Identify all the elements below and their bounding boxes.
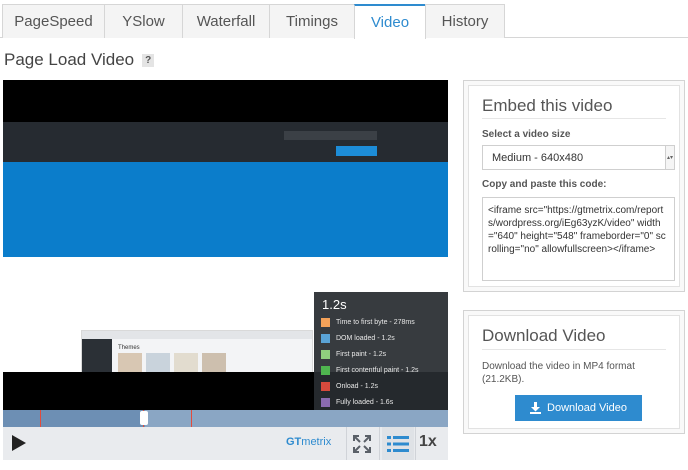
- embed-title: Embed this video: [482, 96, 613, 115]
- video-frame-top: [3, 80, 448, 257]
- legend-swatch: [321, 397, 330, 407]
- screenshot-toolbar: [82, 331, 312, 339]
- tab-history[interactable]: History: [425, 4, 505, 38]
- page-title-text: Page Load Video: [4, 50, 135, 69]
- legend-label: DOM loaded - 1.2s: [336, 334, 395, 342]
- timing-legend-item: First paint - 1.2s: [321, 348, 386, 360]
- download-title: Download Video: [482, 326, 606, 345]
- logo-rest: metrix: [301, 436, 332, 448]
- download-description: Download the video in MP4 format (21.2KB…: [482, 361, 635, 385]
- video-size-label: Select a video size: [482, 129, 571, 140]
- timing-legend-item: Onload - 1.2s: [321, 380, 378, 392]
- timeline-marker-ttfb: [40, 410, 41, 427]
- legend-label: First paint - 1.2s: [336, 350, 387, 358]
- embed-divider: [482, 118, 666, 119]
- legend-swatch: [321, 381, 330, 391]
- video-frame-gap: [3, 257, 448, 292]
- controls-divider: [379, 427, 380, 460]
- frame-button: [336, 146, 377, 156]
- video-size-select[interactable]: Medium - 640x480 ▴▾: [482, 145, 675, 170]
- frame-blue-area: [3, 162, 448, 257]
- list-icon[interactable]: [382, 427, 414, 460]
- help-icon[interactable]: ?: [142, 53, 155, 67]
- tab-bar: PageSpeed YSlow Waterfall Timings Video …: [0, 0, 688, 39]
- download-video-button[interactable]: Download Video: [515, 395, 642, 421]
- timing-legend-item: Fully loaded - 1.6s: [321, 396, 393, 408]
- legend-label: First contentful paint - 1.2s: [336, 366, 419, 374]
- legend-swatch: [321, 349, 330, 359]
- tab-label: Waterfall: [196, 13, 256, 30]
- tab-label: PageSpeed: [14, 13, 93, 30]
- download-divider: [482, 349, 666, 350]
- legend-label: Onload - 1.2s: [336, 382, 379, 390]
- list-icon-glyph: [387, 435, 409, 452]
- tab-pagespeed[interactable]: PageSpeed: [2, 4, 105, 38]
- tab-timings[interactable]: Timings: [269, 4, 355, 38]
- tab-video[interactable]: Video: [354, 4, 426, 39]
- download-panel-inner: Download Video Download the video in MP4…: [468, 315, 680, 429]
- embed-panel-inner: Embed this video Select a video size Med…: [468, 85, 680, 287]
- video-size-value: Medium - 640x480: [492, 151, 584, 164]
- legend-swatch: [321, 365, 330, 375]
- logo-gt: GT: [286, 436, 302, 448]
- play-icon[interactable]: [12, 435, 26, 451]
- timeline-scrubber[interactable]: [3, 410, 448, 427]
- timing-legend-item: First contentful paint - 1.2s: [321, 364, 418, 376]
- screenshot-heading: Themes: [118, 345, 140, 351]
- tab-waterfall[interactable]: Waterfall: [182, 4, 270, 38]
- embed-panel: Embed this video Select a video size Med…: [463, 80, 685, 292]
- frame-header-band: [3, 122, 448, 162]
- embed-code-textarea[interactable]: <iframe src="https://gtmetrix.com/report…: [482, 197, 675, 281]
- legend-swatch: [321, 333, 330, 343]
- legend-label: Fully loaded - 1.6s: [336, 398, 394, 406]
- timeline-marker-fully-loaded: [191, 410, 192, 427]
- tab-yslow[interactable]: YSlow: [104, 4, 183, 38]
- download-panel: Download Video Download the video in MP4…: [463, 310, 685, 434]
- frame-search-bar: [284, 131, 377, 140]
- controls-divider: [346, 427, 347, 460]
- download-icon: [530, 402, 542, 414]
- timeline-handle[interactable]: [140, 411, 148, 425]
- tab-label: Timings: [286, 13, 338, 30]
- video-player[interactable]: Themes 1.2s Time to first byte - 278ms DO…: [3, 80, 448, 460]
- legend-label: Time to first byte - 278ms: [336, 318, 415, 326]
- timing-legend-item: Time to first byte - 278ms: [321, 316, 415, 328]
- tab-label: YSlow: [122, 13, 165, 30]
- playback-speed-button[interactable]: 1x: [419, 433, 437, 451]
- timeline-progress: [3, 410, 146, 427]
- gtmetrix-logo: GTmetrix: [286, 436, 331, 448]
- popup-time: 1.2s: [322, 297, 347, 312]
- timing-popup: 1.2s Time to first byte - 278ms DOM loade…: [314, 292, 448, 410]
- embed-code-label: Copy and paste this code:: [482, 179, 607, 190]
- tab-label: History: [441, 13, 489, 30]
- tab-label: Video: [370, 14, 410, 31]
- video-controls: GTmetrix 1x: [3, 427, 448, 460]
- controls-divider: [415, 427, 416, 460]
- timing-legend-item: DOM loaded - 1.2s: [321, 332, 395, 344]
- fullscreen-icon[interactable]: [352, 434, 372, 454]
- page-title: Page Load Video ?: [4, 50, 155, 70]
- select-arrows-icon: ▴▾: [665, 146, 674, 169]
- download-button-label: Download Video: [547, 402, 627, 414]
- legend-swatch: [321, 317, 330, 327]
